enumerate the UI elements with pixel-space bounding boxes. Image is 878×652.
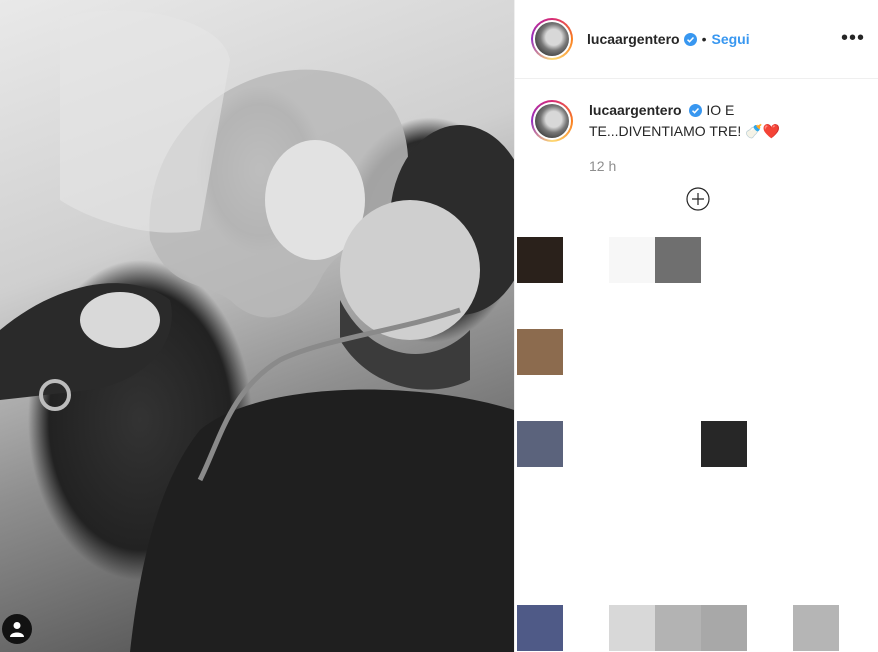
caption-avatar[interactable] xyxy=(531,100,573,142)
user-tag-button[interactable] xyxy=(2,614,32,644)
header-username[interactable]: lucaargentero xyxy=(587,31,680,47)
post-timestamp[interactable]: 12 h xyxy=(589,158,616,174)
caption-verified-badge-icon xyxy=(689,104,703,117)
avatar[interactable] xyxy=(531,18,573,60)
artifact-block xyxy=(517,605,563,651)
artifact-block xyxy=(655,605,701,651)
post-photo[interactable] xyxy=(0,0,514,652)
caption-text-block: lucaargentero IO E TE...DIVENTIAMO TRE! … xyxy=(589,100,789,142)
add-comment-icon[interactable] xyxy=(686,187,710,211)
caption-comment: lucaargentero IO E TE...DIVENTIAMO TRE! … xyxy=(531,100,863,142)
artifact-block xyxy=(793,605,839,651)
artifact-block xyxy=(517,329,563,375)
verified-badge-icon xyxy=(683,32,697,46)
artifact-block xyxy=(517,421,563,467)
post-side-panel: lucaargentero • Segui ••• lucaargentero … xyxy=(514,0,878,652)
user-tag-icon xyxy=(10,622,24,637)
more-options-icon[interactable]: ••• xyxy=(841,28,865,48)
follow-button[interactable]: Segui xyxy=(712,31,750,47)
artifact-block xyxy=(609,237,655,283)
artifact-block xyxy=(609,605,655,651)
post-header: lucaargentero • Segui ••• xyxy=(515,0,878,79)
header-separator: • xyxy=(701,31,707,47)
artifact-block xyxy=(655,237,701,283)
artifact-block xyxy=(517,237,563,283)
artifact-block xyxy=(701,605,747,651)
photo-illustration xyxy=(0,10,514,652)
caption-username[interactable]: lucaargentero xyxy=(589,102,682,118)
artifact-block xyxy=(701,421,747,467)
